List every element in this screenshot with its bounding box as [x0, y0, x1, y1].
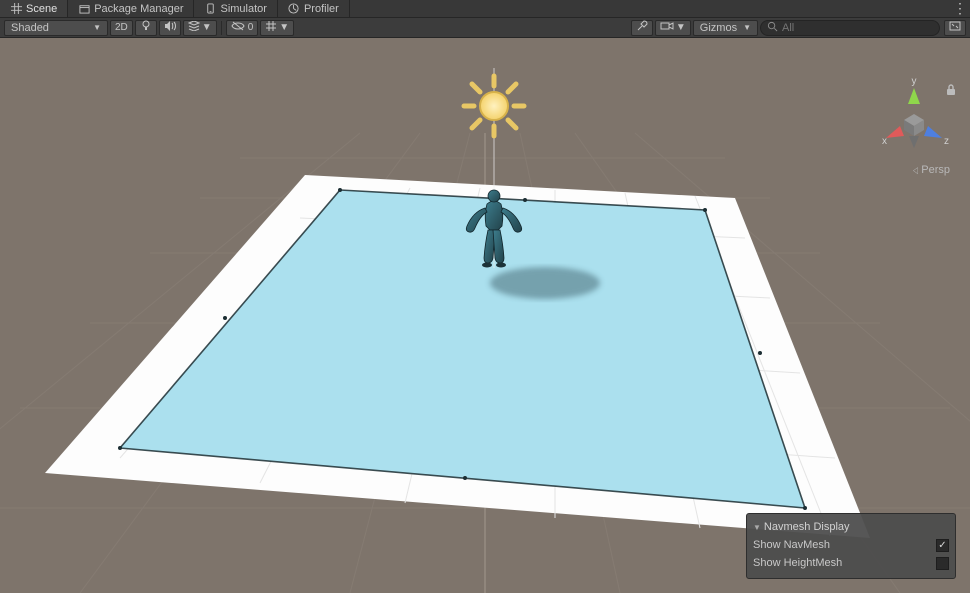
show-heightmesh-checkbox[interactable] [936, 557, 949, 570]
visibility-toggle[interactable]: 0 [226, 20, 259, 36]
scene-viewport[interactable]: y x z ◁ Persp ▼Navmesh Display Show NavM… [0, 38, 970, 593]
axis-y-label: y [912, 76, 917, 87]
scene-search[interactable] [760, 20, 940, 36]
scene-grid-icon [10, 3, 22, 15]
camera-icon [660, 21, 674, 34]
show-heightmesh-label: Show HeightMesh [753, 557, 842, 569]
fx-dropdown[interactable]: ▼ [183, 20, 217, 36]
toggle-2d-label: 2D [115, 22, 128, 33]
camera-dropdown[interactable]: ▼ [655, 20, 691, 36]
projection-icon: ◁ [913, 165, 918, 176]
expand-button[interactable] [944, 20, 966, 36]
tab-package-manager-label: Package Manager [94, 3, 183, 15]
tab-scene-label: Scene [26, 3, 57, 15]
axis-x-label: x [882, 136, 887, 147]
editor-tab-bar: Scene Package Manager Simulator Profiler… [0, 0, 970, 18]
fx-stack-icon [188, 21, 200, 34]
lightbulb-icon [141, 20, 151, 35]
lighting-toggle[interactable] [135, 20, 157, 36]
padlock-icon[interactable] [946, 84, 956, 99]
tools-button[interactable] [631, 20, 653, 36]
gizmos-label: Gizmos [700, 22, 737, 34]
visibility-count: 0 [248, 22, 254, 33]
panel-title: Navmesh Display [764, 521, 850, 533]
tab-simulator-label: Simulator [220, 3, 266, 15]
simulator-icon [204, 3, 216, 15]
show-navmesh-label: Show NavMesh [753, 539, 830, 551]
chevron-down-icon: ▼ [93, 23, 101, 32]
tab-simulator[interactable]: Simulator [194, 0, 277, 17]
visibility-icon [231, 21, 245, 34]
grid-snap-icon [265, 20, 277, 35]
profiler-icon [288, 3, 300, 15]
toggle-2d-button[interactable]: 2D [110, 20, 133, 36]
expand-icon [949, 21, 961, 34]
search-icon [767, 21, 778, 35]
chevron-down-icon: ▼ [743, 23, 751, 32]
projection-label: Persp [921, 164, 950, 176]
tools-icon [636, 20, 648, 35]
show-navmesh-row: Show NavMesh [753, 536, 949, 554]
projection-toggle[interactable]: ◁ Persp [912, 164, 950, 176]
draw-mode-label: Shaded [11, 22, 49, 34]
audio-toggle[interactable] [159, 20, 181, 36]
tab-profiler[interactable]: Profiler [278, 0, 350, 17]
chevron-down-icon: ▼ [676, 22, 686, 33]
panel-header[interactable]: ▼Navmesh Display [753, 518, 949, 536]
audio-icon [164, 21, 176, 34]
tab-package-manager[interactable]: Package Manager [68, 0, 194, 17]
scene-toolbar: Shaded ▼ 2D ▼ 0 ▼ [0, 18, 970, 38]
axis-z-label: z [944, 136, 949, 147]
draw-mode-dropdown[interactable]: Shaded ▼ [4, 20, 108, 36]
chevron-down-icon: ▼ [202, 22, 212, 33]
directional-light-gizmo [464, 76, 524, 136]
chevron-down-icon: ▼ [279, 22, 289, 33]
tab-profiler-label: Profiler [304, 3, 339, 15]
show-navmesh-checkbox[interactable] [936, 539, 949, 552]
gizmos-dropdown[interactable]: Gizmos ▼ [693, 20, 758, 36]
package-icon [78, 3, 90, 15]
grid-snap-dropdown[interactable]: ▼ [260, 20, 294, 36]
search-input[interactable] [782, 22, 933, 34]
chevron-down-icon: ▼ [753, 523, 761, 532]
tab-scene[interactable]: Scene [0, 0, 68, 17]
more-icon[interactable]: ⋮ [950, 0, 970, 17]
show-heightmesh-row: Show HeightMesh [753, 554, 949, 572]
navmesh-display-panel: ▼Navmesh Display Show NavMesh Show Heigh… [746, 513, 956, 579]
